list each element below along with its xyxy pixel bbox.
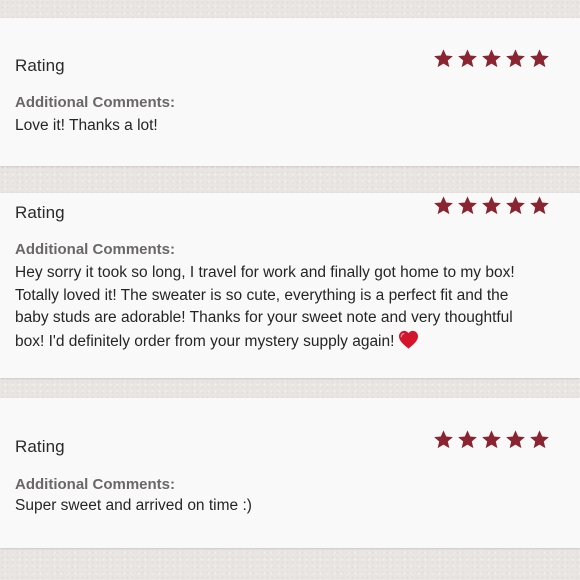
rating-label: Rating: [15, 203, 65, 222]
comment-line: Hey sorry it took so long, I travel for …: [15, 264, 515, 281]
star-rating: [433, 429, 550, 450]
comment-text: Super sweet and arrived on time :): [15, 497, 252, 514]
star-icon: [433, 195, 454, 216]
star-icon: [433, 48, 454, 69]
rating-label: Rating: [15, 437, 65, 456]
star-icon: [505, 429, 526, 450]
star-icon: [529, 429, 550, 450]
star-icon: [529, 48, 550, 69]
comment-text: Love it! Thanks a lot!: [15, 117, 158, 134]
star-icon: [457, 429, 478, 450]
red-heart-icon: [398, 330, 419, 349]
review-card: Rating Additional Comments: Hey sorry it…: [0, 193, 580, 378]
star-icon: [481, 195, 502, 216]
comments-heading: Additional Comments:: [15, 94, 175, 111]
star-icon: [481, 48, 502, 69]
review-card: Rating Additional Comments: Super sweet …: [0, 398, 580, 548]
star-icon: [505, 48, 526, 69]
comments-heading: Additional Comments:: [15, 476, 175, 493]
comment-line-last: box! I'd definitely order from your myst…: [15, 330, 575, 354]
comments-heading: Additional Comments:: [15, 241, 175, 258]
star-rating: [433, 48, 550, 69]
review-card: Rating Additional Comments: Love it! Tha…: [0, 18, 580, 166]
star-icon: [529, 195, 550, 216]
star-icon: [457, 195, 478, 216]
comment-line: Totally loved it! The sweater is so cute…: [15, 286, 509, 304]
star-rating: [433, 195, 550, 216]
star-icon: [457, 48, 478, 69]
star-icon: [433, 429, 454, 450]
star-icon: [505, 195, 526, 216]
comment-line: baby studs are adorable! Thanks for your…: [15, 309, 513, 326]
rating-label: Rating: [15, 56, 65, 75]
comment-text: Hey sorry it took so long, I travel for …: [15, 262, 575, 353]
star-icon: [481, 429, 502, 450]
comment-line: box! I'd definitely order from your myst…: [15, 332, 395, 350]
